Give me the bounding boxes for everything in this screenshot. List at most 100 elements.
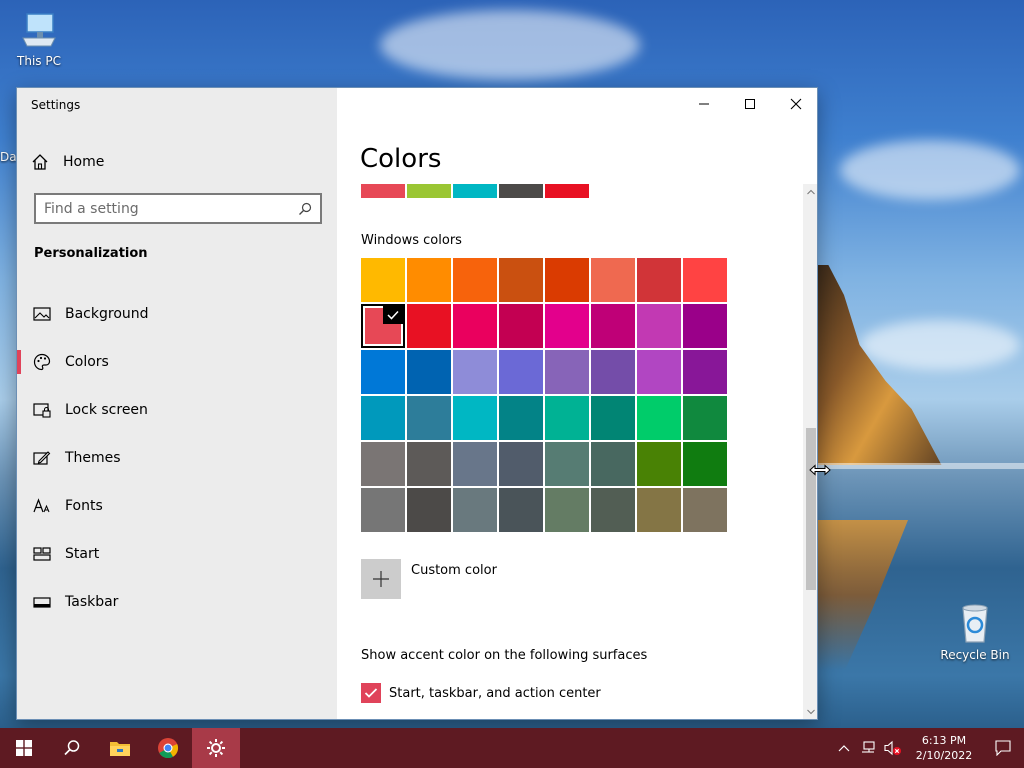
color-swatch[interactable] — [499, 258, 543, 302]
taskbar-search-button[interactable] — [48, 728, 96, 768]
fonts-icon — [33, 497, 51, 515]
sidebar-item-colors[interactable]: Colors — [17, 338, 337, 386]
show-hidden-icons-button[interactable] — [832, 728, 856, 768]
color-swatch[interactable] — [361, 488, 405, 532]
recent-color-swatch[interactable] — [499, 184, 543, 198]
color-swatch[interactable] — [683, 350, 727, 394]
color-swatch[interactable] — [591, 442, 635, 486]
color-swatch[interactable] — [591, 488, 635, 532]
color-swatch[interactable] — [637, 488, 681, 532]
window-title: Settings — [31, 98, 81, 112]
color-swatch[interactable] — [499, 350, 543, 394]
color-swatch[interactable] — [591, 304, 635, 348]
color-swatch[interactable] — [545, 488, 589, 532]
color-swatch[interactable] — [361, 350, 405, 394]
color-swatch[interactable] — [453, 350, 497, 394]
recent-color-swatch[interactable] — [407, 184, 451, 198]
color-swatch[interactable] — [683, 488, 727, 532]
color-swatch[interactable] — [545, 396, 589, 440]
palette-icon — [33, 353, 51, 371]
color-swatch[interactable] — [591, 258, 635, 302]
scroll-up-arrow[interactable] — [803, 184, 817, 200]
clock[interactable]: 6:13 PM 2/10/2022 — [906, 733, 982, 763]
home-label: Home — [63, 154, 105, 170]
recent-color-swatch[interactable] — [545, 184, 589, 198]
color-swatch[interactable] — [683, 304, 727, 348]
color-swatch[interactable] — [683, 396, 727, 440]
network-button[interactable] — [856, 728, 880, 768]
volume-button[interactable] — [880, 728, 906, 768]
taskbar-settings[interactable] — [192, 728, 240, 768]
color-swatch[interactable] — [407, 304, 451, 348]
sidebar-item-fonts[interactable]: Fonts — [17, 482, 337, 530]
color-swatch[interactable] — [407, 488, 451, 532]
taskbar-file-explorer[interactable] — [96, 728, 144, 768]
close-icon — [790, 98, 802, 110]
color-swatch[interactable] — [361, 442, 405, 486]
color-swatch[interactable] — [637, 442, 681, 486]
wallpaper-cloud — [860, 320, 1020, 370]
chevron-up-icon — [838, 745, 850, 752]
color-swatch[interactable] — [499, 442, 543, 486]
settings-window: Settings Home Personalization Background — [16, 87, 818, 720]
desktop-icon-this-pc[interactable]: This PC — [4, 10, 74, 68]
maximize-button[interactable] — [727, 88, 773, 120]
color-swatch[interactable] — [361, 396, 405, 440]
color-swatch[interactable] — [545, 258, 589, 302]
color-swatch[interactable] — [407, 350, 451, 394]
scroll-down-arrow[interactable] — [803, 704, 817, 719]
color-swatch[interactable] — [499, 396, 543, 440]
sidebar-item-label: Fonts — [65, 498, 103, 514]
color-swatch[interactable] — [683, 258, 727, 302]
custom-color-button[interactable] — [361, 559, 401, 599]
sidebar-item-themes[interactable]: Themes — [17, 434, 337, 482]
color-swatch[interactable] — [591, 396, 635, 440]
color-swatch[interactable] — [453, 258, 497, 302]
desktop-icon-partial[interactable]: Da — [0, 150, 16, 164]
action-center-button[interactable] — [982, 728, 1024, 768]
start-button[interactable] — [0, 728, 48, 768]
color-swatch[interactable] — [453, 304, 497, 348]
color-swatch[interactable] — [499, 304, 543, 348]
color-swatch[interactable] — [637, 258, 681, 302]
color-swatch-selected[interactable] — [361, 304, 405, 348]
minimize-icon — [699, 103, 709, 105]
color-swatch[interactable] — [591, 350, 635, 394]
recent-colors — [361, 184, 589, 198]
color-swatch[interactable] — [453, 488, 497, 532]
sidebar-item-lock-screen[interactable]: Lock screen — [17, 386, 337, 434]
color-swatch[interactable] — [499, 488, 543, 532]
color-swatch[interactable] — [407, 442, 451, 486]
surfaces-checkbox-label: Start, taskbar, and action center — [389, 685, 601, 701]
scroll-thumb[interactable] — [806, 428, 816, 590]
recent-color-swatch[interactable] — [453, 184, 497, 198]
search-icon[interactable] — [298, 202, 312, 216]
color-swatch[interactable] — [407, 258, 451, 302]
surfaces-checkbox-row[interactable]: Start, taskbar, and action center — [361, 683, 601, 703]
recent-color-swatch[interactable] — [361, 184, 405, 198]
surfaces-checkbox[interactable] — [361, 683, 381, 703]
color-swatch[interactable] — [637, 396, 681, 440]
search-input[interactable] — [44, 200, 298, 217]
home-nav-item[interactable]: Home — [31, 150, 104, 174]
color-swatch[interactable] — [407, 396, 451, 440]
close-button[interactable] — [773, 88, 817, 120]
sidebar-item-background[interactable]: Background — [17, 290, 337, 338]
minimize-button[interactable] — [681, 88, 727, 120]
sidebar-item-taskbar[interactable]: Taskbar — [17, 578, 337, 626]
sidebar-item-label: Themes — [65, 450, 121, 466]
color-swatch[interactable] — [453, 442, 497, 486]
color-swatch[interactable] — [453, 396, 497, 440]
scrollbar[interactable] — [803, 184, 817, 719]
taskbar-chrome[interactable] — [144, 728, 192, 768]
desktop-icon-recycle-bin[interactable]: Recycle Bin — [940, 602, 1010, 662]
color-swatch[interactable] — [637, 304, 681, 348]
color-swatch[interactable] — [637, 350, 681, 394]
color-swatch[interactable] — [545, 442, 589, 486]
search-box[interactable] — [34, 193, 322, 224]
sidebar-item-start[interactable]: Start — [17, 530, 337, 578]
color-swatch[interactable] — [361, 258, 405, 302]
color-swatch[interactable] — [545, 350, 589, 394]
color-swatch[interactable] — [545, 304, 589, 348]
color-swatch[interactable] — [683, 442, 727, 486]
